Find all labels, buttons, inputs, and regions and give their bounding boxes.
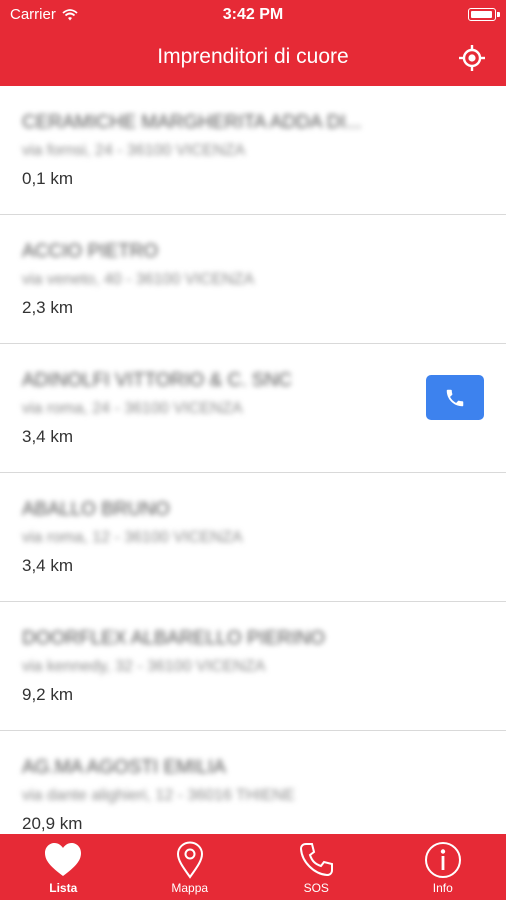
tab-info[interactable]: Info xyxy=(380,834,506,900)
entrepreneur-list: CERAMICHE MARGHERITA ADDA DI... via forn… xyxy=(0,86,506,834)
tab-bar: Lista Mappa SOS Info xyxy=(0,834,506,900)
page-title: Imprenditori di cuore xyxy=(157,45,349,68)
distance-label: 3,4 km xyxy=(22,427,74,446)
business-name: DOORFLEX ALBARELLO PIERINO xyxy=(22,628,326,649)
battery-icon xyxy=(468,8,500,21)
tab-sos[interactable]: SOS xyxy=(253,834,380,900)
distance-label: 9,2 km xyxy=(22,685,74,704)
tab-label: Lista xyxy=(49,881,78,895)
tab-lista[interactable]: Lista xyxy=(0,834,127,900)
business-address: via dante alighieri, 12 - 36016 THIENE xyxy=(22,787,295,804)
tab-label: Info xyxy=(432,881,453,895)
business-address: via veneto, 40 - 36100 VICENZA xyxy=(22,271,255,288)
business-name: ACCIO PIETRO xyxy=(22,241,159,262)
business-name: CERAMICHE MARGHERITA ADDA DI... xyxy=(22,112,362,133)
business-address: via fornsi, 24 - 36100 VICENZA xyxy=(22,142,246,159)
map-pin-icon xyxy=(176,841,203,879)
list-item[interactable]: DOORFLEX ALBARELLO PIERINO via kennedy, … xyxy=(0,602,506,731)
clock: 3:42 PM xyxy=(222,6,284,23)
phone-icon xyxy=(300,843,334,877)
distance-label: 3,4 km xyxy=(22,556,74,575)
business-address: via roma, 12 - 36100 VICENZA xyxy=(22,529,243,546)
status-bar: Carrier 3:42 PM xyxy=(0,0,506,30)
list-item[interactable]: ABALLO BRUNO via roma, 12 - 36100 VICENZ… xyxy=(0,473,506,602)
phone-icon xyxy=(446,389,464,406)
list-item[interactable]: AG.MA AGOSTI EMILIA via dante alighieri,… xyxy=(0,731,506,834)
business-name: ADINOLFI VITTORIO & C. SNC xyxy=(22,370,292,391)
business-address: via roma, 24 - 36100 VICENZA xyxy=(22,400,243,417)
distance-label: 2,3 km xyxy=(22,298,74,317)
info-icon xyxy=(424,842,461,878)
list-item[interactable]: CERAMICHE MARGHERITA ADDA DI... via forn… xyxy=(0,86,506,215)
tab-label: SOS xyxy=(303,881,329,895)
distance-label: 20,9 km xyxy=(22,814,83,833)
list-item[interactable]: ACCIO PIETRO via veneto, 40 - 36100 VICE… xyxy=(0,215,506,344)
call-button[interactable] xyxy=(426,375,484,420)
nav-bar: Imprenditori di cuore xyxy=(0,30,506,86)
business-address: via kennedy, 32 - 36100 VICENZA xyxy=(22,658,266,675)
list-item[interactable]: ADINOLFI VITTORIO & C. SNC via roma, 24 … xyxy=(0,344,506,473)
distance-label: 0,1 km xyxy=(22,169,74,188)
heart-icon xyxy=(45,843,82,876)
tab-mappa[interactable]: Mappa xyxy=(127,834,254,900)
tab-label: Mappa xyxy=(171,881,209,895)
business-name: AG.MA AGOSTI EMILIA xyxy=(22,757,226,778)
business-name: ABALLO BRUNO xyxy=(22,499,170,520)
location-target-icon[interactable] xyxy=(458,44,486,72)
